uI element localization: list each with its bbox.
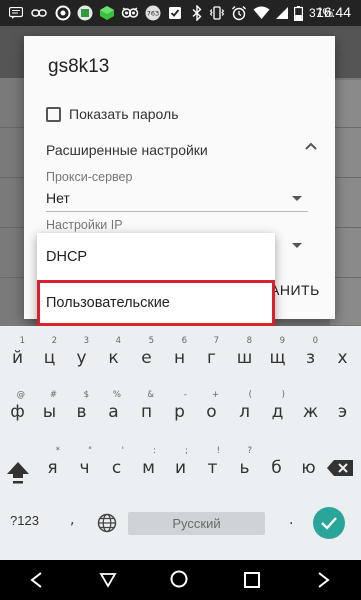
triangle-down-icon[interactable] xyxy=(98,570,118,590)
svg-text:763: 763 xyxy=(147,10,159,18)
advanced-settings-label[interactable]: Расширенные настройки xyxy=(46,142,208,158)
backspace-key-icon[interactable] xyxy=(326,459,354,477)
key[interactable]: б xyxy=(260,446,293,490)
proxy-label: Прокси-сервер xyxy=(46,170,133,184)
period-key[interactable]: . xyxy=(289,512,293,528)
message-icon xyxy=(8,4,24,22)
bluetooth-icon xyxy=(190,4,204,22)
key[interactable]: 8ш xyxy=(228,336,261,380)
enter-key[interactable] xyxy=(313,507,345,539)
globe-icon[interactable] xyxy=(97,513,117,533)
key[interactable]: ; и xyxy=(164,446,197,490)
key[interactable]: ' с xyxy=(100,446,133,490)
key[interactable]: ! т xyxy=(196,446,229,490)
key[interactable]: * я xyxy=(36,446,69,490)
ip-settings-label: Настройки IP xyxy=(46,218,123,232)
key[interactable]: ж xyxy=(294,390,327,434)
key[interactable]: ? ь xyxy=(228,446,261,490)
proxy-underline xyxy=(46,211,308,212)
show-password-checkbox[interactable] xyxy=(46,107,61,122)
clock: 16:44 xyxy=(315,4,351,20)
proxy-select-value[interactable]: Нет xyxy=(46,190,70,206)
key[interactable]: 9щ xyxy=(261,336,294,380)
wifi-icon xyxy=(252,4,270,22)
vibrate-icon xyxy=(208,4,226,22)
key[interactable]: % а xyxy=(97,390,130,434)
comma-key[interactable]: , xyxy=(70,512,74,528)
home-icon[interactable] xyxy=(169,569,189,589)
key[interactable]: @ ф xyxy=(1,390,34,434)
key[interactable]: 0з xyxy=(294,336,327,380)
dialog-title: gs8k13 xyxy=(48,56,110,77)
key[interactable]: :м xyxy=(132,446,165,490)
ring-icon xyxy=(54,4,72,22)
key[interactable]: 3у xyxy=(65,336,98,380)
key[interactable]: 7г xyxy=(195,336,228,380)
recents-icon[interactable] xyxy=(242,570,262,590)
key[interactable]: + о xyxy=(195,390,228,434)
key[interactable]: (л xyxy=(228,390,261,434)
key[interactable]: 2ц xyxy=(33,336,66,380)
dropdown-option-dhcp[interactable]: DHCP xyxy=(37,235,275,279)
dropdown-option-custom[interactable]: Пользовательские xyxy=(37,280,275,326)
back-icon[interactable] xyxy=(27,570,47,590)
symbols-key[interactable]: ?123 xyxy=(10,513,39,528)
key[interactable]: & п xyxy=(130,390,163,434)
key[interactable]: 5е xyxy=(130,336,163,380)
key[interactable]: 1й xyxy=(1,336,34,380)
proxy-dropdown-arrow-icon[interactable] xyxy=(292,196,302,201)
forward-icon[interactable] xyxy=(313,570,333,590)
space-key[interactable]: Русский xyxy=(128,512,265,535)
key[interactable]: 4к xyxy=(97,336,130,380)
save-button[interactable]: АНИТЬ xyxy=(270,282,320,298)
status-bar: 763 37% 16:44 xyxy=(0,0,361,26)
ip-dropdown-arrow-icon[interactable] xyxy=(292,243,302,248)
key[interactable]: -р xyxy=(163,390,196,434)
key[interactable]: ) д xyxy=(261,390,294,434)
key[interactable]: $ в xyxy=(65,390,98,434)
alarm-icon xyxy=(230,4,248,22)
show-password-label[interactable]: Показать пароль xyxy=(69,106,179,122)
signal-icon xyxy=(274,4,290,22)
key[interactable]: х xyxy=(326,336,359,380)
key[interactable]: " ч xyxy=(68,446,101,490)
key[interactable]: # ы xyxy=(33,390,66,434)
owl-icon xyxy=(120,4,140,22)
badge-icon: 763 xyxy=(144,4,162,22)
battery-icon xyxy=(292,4,304,22)
key[interactable]: э xyxy=(326,390,359,434)
cube-icon xyxy=(98,4,116,22)
shift-key-icon[interactable] xyxy=(6,460,30,486)
chevron-up-icon[interactable] xyxy=(305,140,317,152)
key[interactable]: ю xyxy=(292,446,325,490)
key[interactable]: 6н xyxy=(163,336,196,380)
ip-settings-dropdown: DHCP Пользовательские xyxy=(37,233,275,327)
check-icon xyxy=(166,4,184,22)
cube-icon xyxy=(76,4,94,22)
link-icon xyxy=(30,4,48,22)
check-icon xyxy=(321,517,337,530)
